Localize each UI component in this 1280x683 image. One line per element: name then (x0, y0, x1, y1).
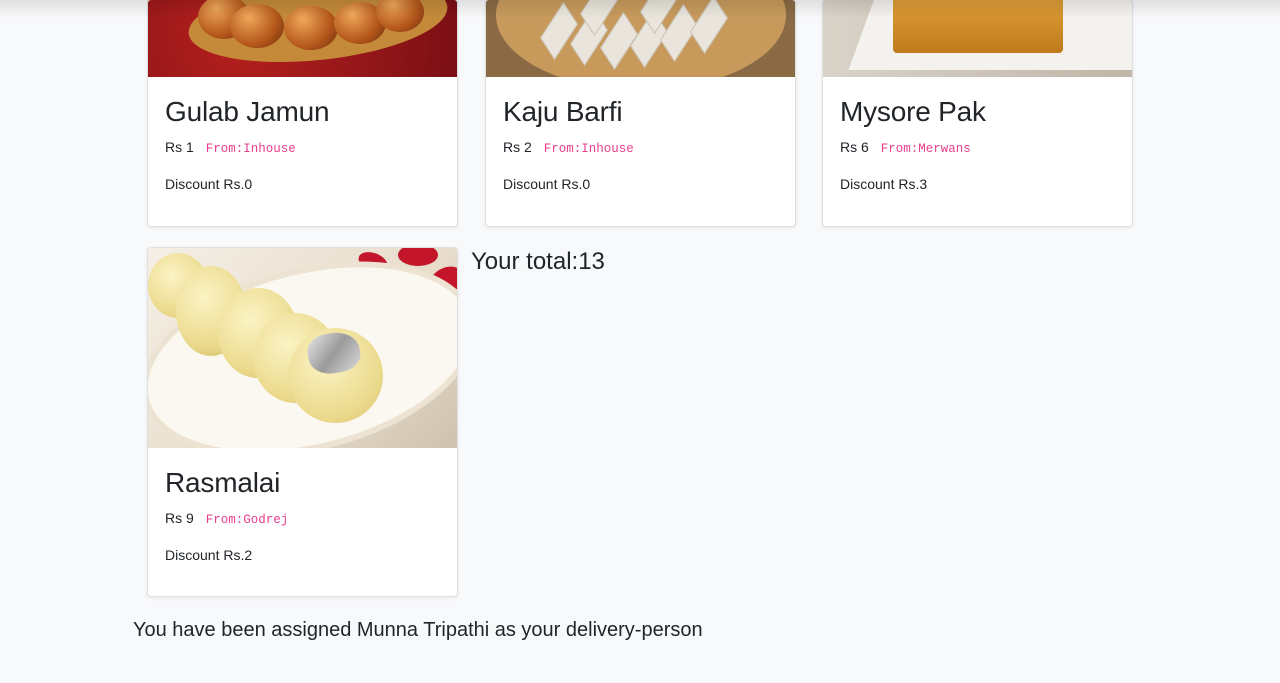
order-total: Your total:13 (471, 248, 605, 275)
product-name: Rasmalai (165, 467, 281, 498)
product-card-rasmalai: Rasmalai Rs 9 From:Godrej Discount Rs.2 (147, 247, 458, 597)
product-card-mysore-pak: Mysore Pak Rs 6 From:Merwans Discount Rs.… (822, 0, 1133, 227)
page: Gulab Jamun Rs 1 From:Inhouse Discount Rs… (0, 0, 1280, 683)
product-card-kaju-barfi: Kaju Barfi Rs 2 From:Inhouse Discount Rs.… (485, 0, 796, 227)
delivery-assignment-message: You have been assigned Munna Tripathi as… (133, 619, 703, 641)
product-discount: Discount Rs.0 (165, 176, 253, 192)
product-card-gulab-jamun: Gulab Jamun Rs 1 From:Inhouse Discount Rs… (147, 0, 458, 227)
product-discount: Discount Rs.2 (165, 547, 253, 563)
product-name: Mysore Pak (840, 96, 986, 127)
vendor-code: From:Inhouse (205, 142, 296, 156)
vendor-code: From:Inhouse (543, 142, 634, 156)
kaju-barfi-image (486, 0, 795, 77)
mysore-pak-image (823, 0, 1132, 77)
product-price: Rs 1 (165, 139, 194, 155)
rasmalai-image (148, 248, 457, 448)
vendor-code: From:Merwans (880, 142, 971, 156)
price-line: Rs 6 From:Merwans (840, 137, 1115, 159)
product-price: Rs 9 (165, 510, 194, 526)
product-name: Kaju Barfi (503, 96, 623, 127)
price-line: Rs 1 From:Inhouse (165, 137, 440, 159)
vendor-code: From:Godrej (205, 513, 289, 527)
product-discount: Discount Rs.0 (503, 176, 591, 192)
price-line: Rs 2 From:Inhouse (503, 137, 778, 159)
price-line: Rs 9 From:Godrej (165, 508, 440, 530)
product-price: Rs 2 (503, 139, 532, 155)
product-name: Gulab Jamun (165, 96, 330, 127)
product-discount: Discount Rs.3 (840, 176, 928, 192)
product-price: Rs 6 (840, 139, 869, 155)
gulab-jamun-image (148, 0, 457, 77)
